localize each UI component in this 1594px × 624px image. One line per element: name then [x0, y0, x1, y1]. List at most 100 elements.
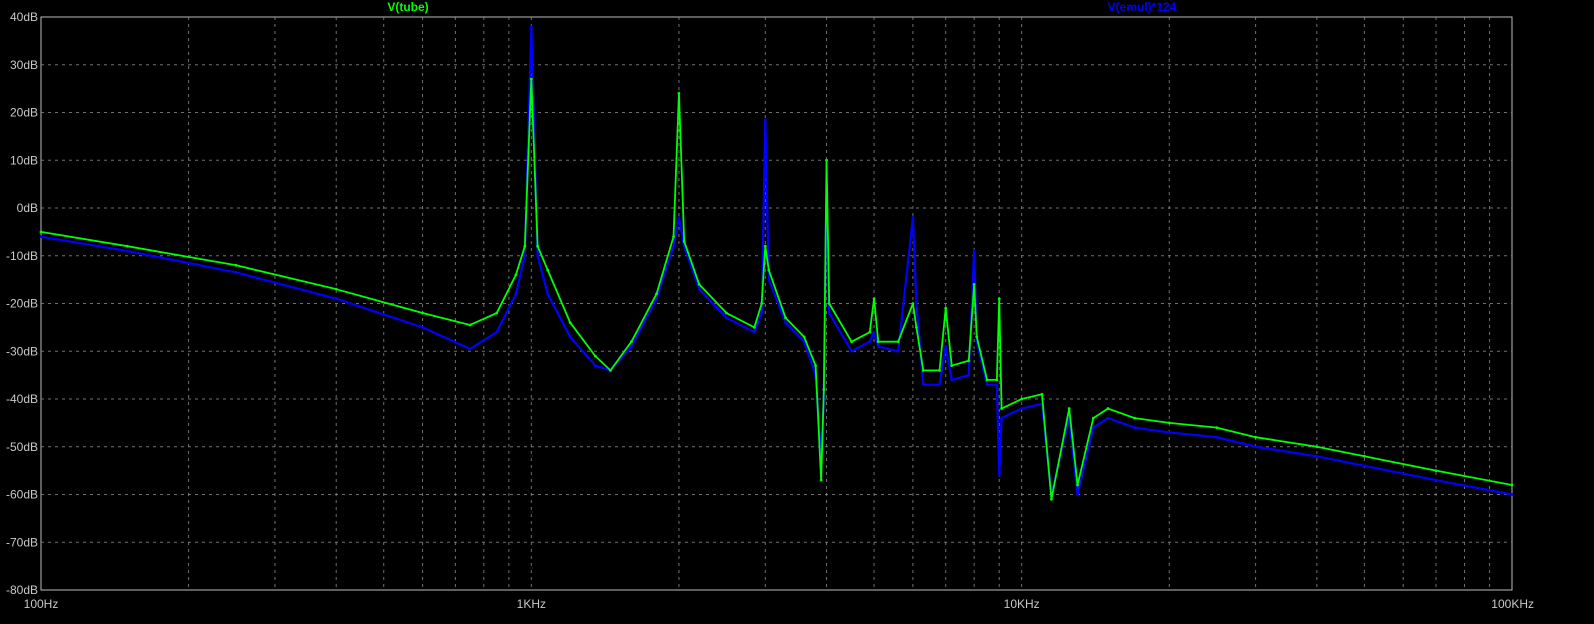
data-point	[609, 368, 612, 372]
data-point	[514, 292, 518, 296]
data-point	[827, 302, 831, 305]
grid-layer	[41, 17, 1512, 590]
data-point	[825, 158, 828, 162]
x-tick-label: 10KHz	[1004, 597, 1040, 611]
data-point	[334, 297, 338, 301]
data-point	[752, 330, 756, 334]
data-point	[967, 359, 971, 363]
data-point	[1067, 407, 1071, 410]
data-point	[725, 311, 728, 315]
data-point	[850, 349, 854, 353]
data-point	[546, 268, 550, 272]
data-point	[1091, 426, 1095, 430]
data-point	[529, 25, 533, 28]
y-tick-label: 30dB	[10, 58, 38, 72]
data-point	[819, 478, 823, 482]
y-tick-label: -40dB	[6, 392, 38, 406]
data-point	[814, 364, 818, 367]
data-point	[997, 474, 1001, 477]
data-point	[1254, 435, 1258, 439]
data-point	[822, 388, 826, 391]
data-point	[944, 306, 948, 310]
data-point	[1020, 407, 1024, 410]
data-point	[1434, 469, 1438, 473]
data-point	[752, 325, 756, 329]
legend-emul: V(emul)*124	[1108, 0, 1177, 14]
data-point	[468, 323, 472, 327]
y-tick-label: 20dB	[10, 106, 38, 120]
data-point	[677, 92, 681, 95]
data-point	[784, 321, 787, 324]
tick-labels: 40dB 30dB 20dB 10dB 0dB -10dB -20dB -30dB -40dB -…	[6, 10, 1534, 611]
data-point	[630, 340, 633, 344]
y-tick-label: 0dB	[17, 201, 38, 215]
data-point	[529, 77, 533, 81]
data-point	[950, 364, 954, 367]
data-point	[938, 383, 941, 387]
data-point	[911, 216, 915, 219]
x-tick-label: 100Hz	[24, 597, 59, 611]
data-point	[655, 292, 658, 296]
data-point	[827, 311, 831, 315]
data-point	[784, 316, 787, 320]
data-point	[760, 302, 764, 305]
data-point	[1167, 431, 1171, 434]
data-point	[876, 345, 880, 348]
data-point	[1133, 416, 1137, 420]
data-point	[1215, 435, 1219, 439]
y-tick-label: -70dB	[6, 535, 38, 549]
y-tick-label: 10dB	[10, 153, 38, 167]
y-tick-label: 40dB	[10, 10, 38, 24]
data-point	[697, 287, 701, 291]
series-line-tube	[40, 78, 1513, 501]
data-point	[523, 244, 527, 248]
y-tick-label: -80dB	[6, 583, 38, 597]
data-point	[915, 325, 918, 329]
y-tick-label: -20dB	[6, 297, 38, 311]
x-tick-label: 1KHz	[517, 597, 546, 611]
data-point	[911, 302, 915, 305]
data-point	[1000, 416, 1003, 420]
data-point	[125, 249, 129, 253]
data-point	[985, 383, 989, 387]
data-point	[468, 347, 472, 351]
y-tick-label: -10dB	[6, 249, 38, 263]
data-point	[995, 378, 999, 382]
data-point	[1215, 426, 1219, 430]
data-point	[1510, 493, 1514, 496]
data-point	[39, 235, 43, 239]
data-point	[850, 340, 854, 344]
data-point	[950, 378, 954, 382]
data-point	[767, 268, 771, 272]
data-point	[938, 368, 941, 372]
data-point	[523, 254, 527, 258]
data-point	[972, 283, 976, 286]
data-point	[536, 254, 540, 258]
data-point	[1106, 407, 1110, 410]
data-point	[682, 240, 686, 243]
data-point	[1020, 397, 1024, 401]
data-point	[767, 278, 771, 282]
data-point	[763, 118, 767, 122]
data-point	[630, 345, 633, 348]
data-point	[1254, 445, 1258, 449]
data-point	[39, 230, 43, 234]
data-point	[921, 368, 925, 372]
data-point	[872, 297, 876, 301]
data-point	[568, 335, 572, 339]
y-tick-label: -30dB	[6, 344, 38, 358]
spectrum-plot: 40dB 30dB 20dB 10dB 0dB -10dB -20dB -30dB -40dB -…	[6, 0, 1534, 611]
data-point	[1050, 497, 1053, 501]
data-point	[495, 330, 499, 334]
data-point	[421, 325, 424, 329]
data-point	[872, 330, 876, 334]
data-point	[672, 244, 675, 248]
data-point	[593, 354, 597, 358]
data-point	[763, 244, 767, 248]
data-point	[234, 263, 238, 267]
data-point	[1000, 407, 1003, 410]
legend: V(tube) V(emul)*124	[387, 0, 1176, 14]
y-tick-label: -60dB	[6, 488, 38, 502]
data-point	[1434, 478, 1438, 482]
data-point	[568, 321, 572, 324]
